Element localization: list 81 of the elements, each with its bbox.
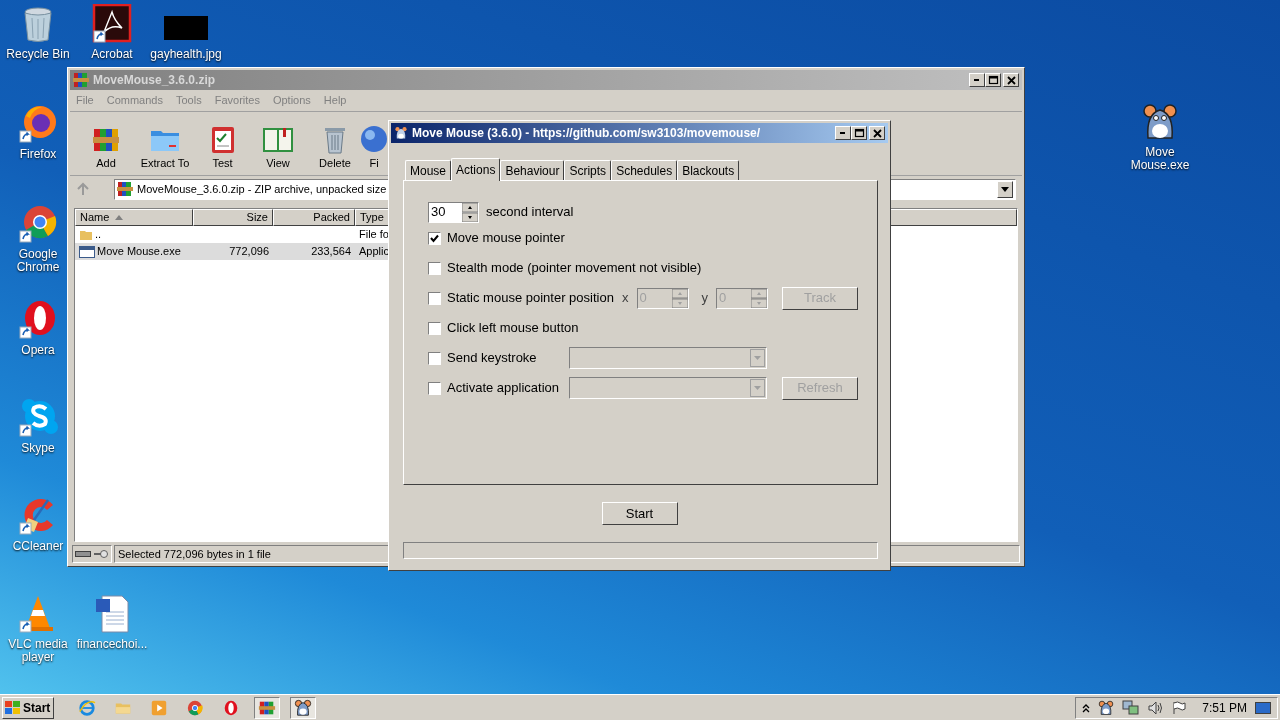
key-icon <box>93 549 109 559</box>
sort-arrow-icon <box>115 215 124 220</box>
chrome-icon <box>186 698 204 717</box>
icon-label: Skype <box>20 442 56 455</box>
skype-icon[interactable] <box>16 398 60 438</box>
clock[interactable]: 7:51 PM <box>1202 698 1247 717</box>
archive-icon <box>117 181 133 197</box>
checkmark-icon <box>430 233 439 243</box>
checkbox-label[interactable]: Click left mouse button <box>447 318 579 338</box>
archive-icon <box>73 72 89 88</box>
column-header[interactable]: Size <box>193 209 273 226</box>
tab[interactable]: Blackouts <box>677 160 740 180</box>
mouse-mascot-icon <box>294 698 312 717</box>
toolbar-button[interactable]: Test <box>200 122 245 171</box>
icon-label: VLC media player <box>7 638 69 664</box>
dropdown-button[interactable] <box>997 180 1013 198</box>
icon-label: Acrobat <box>90 48 134 61</box>
file-name[interactable]: .. <box>95 226 102 243</box>
table-cell-text: File fo <box>358 227 390 242</box>
tab[interactable]: Behaviour <box>500 160 565 180</box>
icon-label: Opera <box>20 344 56 357</box>
flag-icon[interactable] <box>1172 700 1186 715</box>
toolbar-button[interactable]: Delete <box>311 122 359 171</box>
icon-label: Firefox <box>18 148 58 161</box>
y-label: y <box>701 289 708 308</box>
checkbox[interactable] <box>428 261 441 275</box>
maximize-button[interactable] <box>851 126 867 140</box>
windows-logo-icon <box>5 700 21 715</box>
x-label: x <box>622 289 629 308</box>
toolbar-button[interactable]: Extract To <box>130 122 200 171</box>
checkbox-label[interactable]: Move mouse pointer <box>447 228 565 248</box>
network-icon[interactable] <box>1122 699 1140 716</box>
close-button[interactable] <box>869 126 885 140</box>
acrobat-icon[interactable] <box>90 4 134 44</box>
spin-field[interactable]: 30 <box>428 201 479 223</box>
table-cell: 233,564 <box>273 243 355 260</box>
mouse-mascot-icon[interactable] <box>1098 699 1114 716</box>
speaker-icon[interactable] <box>1148 700 1164 715</box>
window-title: Move Mouse (3.6.0) - https://github.com/sw3103/movemouse/ <box>412 125 762 142</box>
checkbox[interactable] <box>428 321 441 335</box>
mouse-mascot-icon <box>394 125 408 141</box>
toolbar-button[interactable]: Fi <box>359 122 389 171</box>
browser-e-icon <box>78 698 96 717</box>
icon-label: Google Chrome <box>15 248 61 274</box>
taskbar-button[interactable] <box>290 696 316 719</box>
column-header[interactable]: Name <box>75 209 193 226</box>
checkbox[interactable] <box>428 231 441 245</box>
toolbar-button[interactable]: View <box>245 122 311 171</box>
drive-icon <box>75 550 91 558</box>
spin-arrows-icon[interactable] <box>462 202 478 222</box>
caret-icon[interactable] <box>1001 186 1009 192</box>
tab[interactable]: Schedules <box>611 160 678 180</box>
minimize-button[interactable] <box>969 73 985 87</box>
icon-label: Move Mouse.exe <box>1129 146 1191 172</box>
show-desktop-icon[interactable] <box>1255 700 1271 715</box>
icon-label: Recycle Bin <box>5 48 71 61</box>
column-header[interactable]: Packed <box>273 209 355 226</box>
maximize-button[interactable] <box>985 73 1001 87</box>
start-button[interactable]: Start <box>2 696 54 719</box>
icon-label: gayhealth.jpg <box>149 48 223 61</box>
chevron-up-icon[interactable] <box>1082 702 1090 713</box>
tab[interactable]: Scripts <box>564 160 612 180</box>
interval-label: second interval <box>486 203 574 222</box>
opera-icon <box>222 698 240 717</box>
window-title: MoveMouse_3.6.0.zip <box>93 72 217 89</box>
media-player-icon <box>150 698 168 717</box>
tab[interactable]: Actions <box>451 158 501 181</box>
checkbox-label[interactable]: Stealth mode (pointer movement not visible) <box>447 258 702 278</box>
minimize-button[interactable] <box>835 126 851 140</box>
close-button[interactable] <box>1003 73 1019 87</box>
taskbar-button[interactable] <box>254 696 280 719</box>
start-button[interactable]: Start <box>601 502 678 525</box>
window-icon <box>79 244 95 259</box>
tab[interactable]: Mouse <box>405 160 452 180</box>
icon-label: financechoi... <box>75 638 149 651</box>
minimize-icon[interactable] <box>974 78 980 82</box>
icon-label: CCleaner <box>11 540 65 553</box>
table-cell: 772,096 <box>193 243 273 260</box>
toolbar-button[interactable]: Add <box>82 122 130 171</box>
path-text: MoveMouse_3.6.0.zip - ZIP archive, unpacked size <box>137 181 388 197</box>
minimize-icon[interactable] <box>840 131 846 135</box>
